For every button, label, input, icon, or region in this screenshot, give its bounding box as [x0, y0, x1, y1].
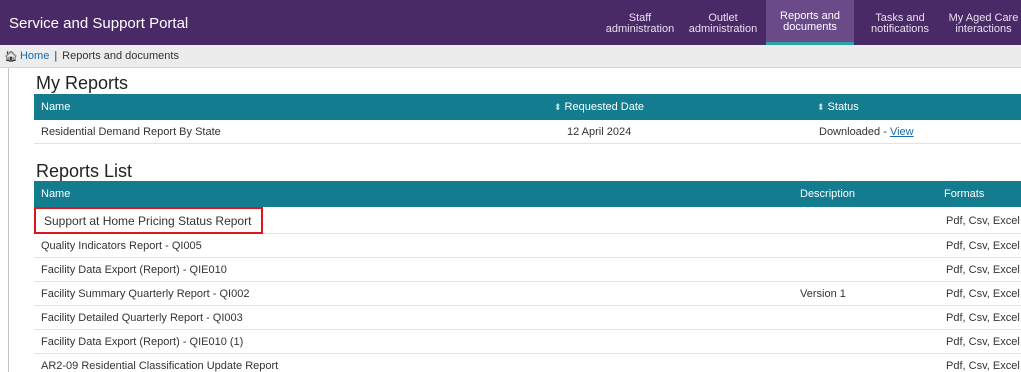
report-formats: Pdf, Csv, Excel: [946, 288, 1020, 300]
nav-label: Outlet administration: [688, 11, 758, 35]
requested-date: 12 April 2024: [567, 126, 632, 138]
my-reports-title: My Reports: [36, 73, 129, 93]
report-description: Version 1: [800, 288, 846, 300]
sort-icon: ⬍: [554, 102, 562, 112]
breadcrumb-separator: |: [54, 50, 58, 62]
report-link[interactable]: Facility Data Export (Report) - QIE010: [41, 264, 227, 276]
report-link[interactable]: AR2-09 Residential Classification Update…: [41, 360, 278, 372]
highlight-box: [34, 207, 263, 234]
nav-label: Tasks and notifications: [870, 11, 930, 35]
breadcrumb: 🏠︎ Home | Reports and documents: [0, 45, 1021, 68]
content-divider: [8, 68, 9, 372]
reports-list-title: Reports List: [36, 161, 133, 181]
table-row: Facility Detailed Quarterly Report - QI0…: [34, 306, 1021, 330]
my-reports-table-header: Name ⬍ Requested Date ⬍ Status: [34, 94, 1021, 120]
report-link[interactable]: Facility Summary Quarterly Report - QI00…: [41, 288, 249, 300]
nav-label: Staff administration: [605, 11, 675, 35]
status-text: Downloaded -: [819, 126, 890, 138]
main-nav: Staff administration Outlet administrati…: [600, 0, 1021, 45]
nav-staff-administration[interactable]: Staff administration: [600, 0, 680, 45]
table-row: Facility Data Export (Report) - QIE010 P…: [34, 258, 1021, 282]
report-formats: Pdf, Csv, Excel: [946, 264, 1020, 276]
report-link[interactable]: Facility Data Export (Report) - QIE010 (…: [41, 336, 243, 348]
breadcrumb-home-link[interactable]: Home: [20, 50, 49, 62]
report-name: Residential Demand Report By State: [41, 126, 221, 138]
column-header-label: Status: [827, 101, 859, 113]
top-navigation-bar: Service and Support Portal Staff adminis…: [0, 0, 1021, 45]
table-row: Facility Summary Quarterly Report - QI00…: [34, 282, 1021, 306]
reports-list-table-header: Name Description Formats: [34, 181, 1021, 207]
column-header-label: Requested Date: [564, 101, 645, 113]
report-link[interactable]: Facility Detailed Quarterly Report - QI0…: [41, 312, 243, 324]
status-cell: Downloaded - View: [819, 126, 914, 138]
table-row: Quality Indicators Report - QI005 Pdf, C…: [34, 234, 1021, 258]
portal-title[interactable]: Service and Support Portal: [9, 15, 188, 32]
column-header-status[interactable]: ⬍ Status: [817, 101, 859, 113]
nav-outlet-administration[interactable]: Outlet administration: [680, 0, 766, 45]
table-row: AR2-09 Residential Classification Update…: [34, 354, 1021, 372]
home-icon[interactable]: 🏠︎: [4, 50, 18, 63]
column-header-description: Description: [800, 188, 856, 200]
nav-label: Reports and documents: [780, 10, 840, 33]
nav-tasks-and-notifications[interactable]: Tasks and notifications: [854, 0, 946, 45]
breadcrumb-current: Reports and documents: [62, 50, 179, 62]
table-row: Facility Data Export (Report) - QIE010 (…: [34, 330, 1021, 354]
report-formats: Pdf, Csv, Excel: [946, 240, 1020, 252]
nav-reports-and-documents[interactable]: Reports and documents: [766, 0, 854, 45]
column-header-name: Name: [41, 188, 71, 200]
view-link[interactable]: View: [890, 126, 914, 138]
report-formats: Pdf, Csv, Excel: [946, 360, 1020, 372]
column-header-requested-date[interactable]: ⬍ Requested Date: [554, 101, 644, 113]
report-link[interactable]: Quality Indicators Report - QI005: [41, 240, 202, 252]
sort-icon: ⬍: [817, 102, 825, 112]
nav-my-aged-care-interactions[interactable]: My Aged Care interactions: [946, 0, 1021, 45]
table-row: Residential Demand Report By State 12 Ap…: [34, 120, 1021, 144]
report-formats: Pdf, Csv, Excel: [946, 336, 1020, 348]
nav-label: My Aged Care interactions: [948, 11, 1019, 35]
report-formats: Pdf, Csv, Excel: [946, 215, 1020, 227]
column-header-name[interactable]: Name: [41, 101, 70, 113]
column-header-formats: Formats: [944, 188, 985, 200]
report-formats: Pdf, Csv, Excel: [946, 312, 1020, 324]
